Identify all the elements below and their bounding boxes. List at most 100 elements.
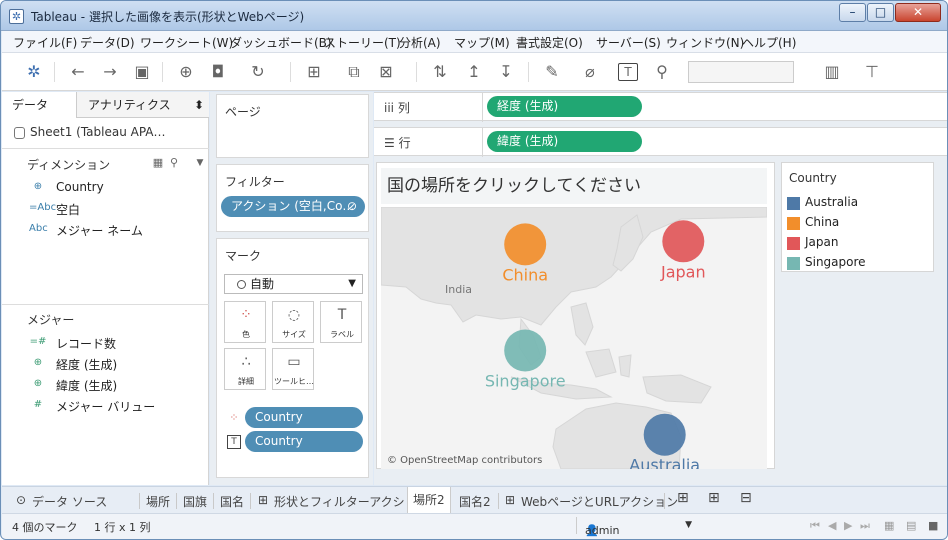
swap-rows-columns-icon[interactable]: ⇅ bbox=[428, 62, 452, 82]
menu-story[interactable]: ストーリー(T) bbox=[324, 34, 401, 51]
save-icon[interactable]: ▣ bbox=[130, 62, 154, 82]
title-bar: ✲ Tableau - 選択した画像を表示(形状とWebページ) – □ ✕ bbox=[1, 1, 947, 31]
datasource-icon: ⊙ bbox=[16, 493, 27, 507]
pause-updates-icon[interactable]: ◘ bbox=[206, 62, 230, 82]
country-mark-japan[interactable] bbox=[662, 220, 705, 263]
new-datasource-icon[interactable]: ⊕ bbox=[174, 62, 198, 82]
measures-section: メジャー =# レコード数 ⊕ 経度 (生成) ⊕ 緯度 (生成) # メジャー… bbox=[2, 304, 209, 484]
dimension-country[interactable]: Country bbox=[56, 180, 104, 194]
new-dashboard-icon[interactable]: ⊞ bbox=[708, 490, 720, 506]
clear-sheet-icon[interactable]: ⊠ bbox=[374, 62, 398, 82]
chevron-icon[interactable]: ⬍ bbox=[194, 92, 204, 118]
measure-latitude[interactable]: 緯度 (生成) bbox=[56, 377, 117, 394]
dimension-blank[interactable]: 空白 bbox=[56, 201, 80, 218]
show-labels-icon[interactable]: T bbox=[618, 63, 638, 81]
next-page-icon[interactable]: ▶ bbox=[844, 519, 852, 532]
measure-longitude[interactable]: 経度 (生成) bbox=[56, 356, 117, 373]
label-button[interactable]: T ラベル bbox=[320, 301, 362, 343]
map-canvas[interactable]: China Japan Singapore Australia India © Ope… bbox=[381, 207, 767, 469]
map-attribution: © OpenStreetMap contributors bbox=[387, 455, 542, 466]
pages-card[interactable]: ページ bbox=[216, 94, 369, 158]
menu-analysis[interactable]: 分析(A) bbox=[399, 34, 441, 51]
forward-icon[interactable]: → bbox=[98, 62, 122, 82]
string-icon: Abc bbox=[29, 223, 48, 234]
menu-map[interactable]: マップ(M) bbox=[454, 34, 510, 51]
refresh-icon[interactable]: ↻ bbox=[246, 62, 270, 82]
label-encoding-pill[interactable]: Country bbox=[245, 431, 363, 452]
view-title: 国の場所をクリックしてください bbox=[381, 168, 767, 204]
tabs-view-icon[interactable]: ■ bbox=[928, 519, 938, 532]
menu-data[interactable]: データ(D) bbox=[80, 34, 135, 51]
menu-server[interactable]: サーバー(S) bbox=[596, 34, 661, 51]
menu-window[interactable]: ウィンドウ(N) bbox=[666, 34, 744, 51]
tab-location[interactable]: 場所 bbox=[146, 493, 170, 510]
row-column-count: 1 行 x 1 列 bbox=[94, 521, 151, 534]
menu-worksheet[interactable]: ワークシート(W) bbox=[140, 34, 233, 51]
sort-descending-icon[interactable]: ↧ bbox=[494, 62, 518, 82]
country-mark-australia[interactable] bbox=[643, 413, 686, 456]
latitude-pill[interactable]: 緯度 (生成) bbox=[487, 131, 642, 152]
tab-separator bbox=[498, 493, 499, 509]
color-button[interactable]: ⁘ 色 bbox=[224, 301, 266, 343]
columns-shelf-label: iii 列 bbox=[384, 99, 410, 116]
longitude-pill[interactable]: 経度 (生成) bbox=[487, 96, 642, 117]
tab-country-names-2[interactable]: 国名2 bbox=[459, 493, 491, 510]
detail-button[interactable]: ∴ 詳細 bbox=[224, 348, 266, 390]
filter-pill[interactable]: アクション (空白,Co… ⊘ bbox=[221, 196, 365, 217]
datasource-name[interactable]: Sheet1 (Tableau APA… bbox=[30, 125, 166, 139]
menu-format[interactable]: 書式設定(O) bbox=[516, 34, 583, 51]
tab-datasource[interactable]: データ ソース bbox=[32, 493, 107, 510]
search-icon[interactable]: ⚲ bbox=[162, 153, 186, 173]
tab-data[interactable]: データ bbox=[2, 92, 77, 118]
new-worksheet-icon[interactable]: ⊞ bbox=[302, 62, 326, 82]
first-page-icon[interactable]: ⏮ bbox=[810, 519, 820, 533]
mark-type-select[interactable]: 自動 ▼ bbox=[224, 274, 363, 294]
last-page-icon[interactable]: ⏭ bbox=[860, 519, 870, 533]
country-mark-china[interactable] bbox=[504, 223, 547, 266]
rows-shelf[interactable]: ☰ 行 緯度 (生成) bbox=[374, 127, 947, 157]
new-worksheet-icon[interactable]: ⊞ bbox=[677, 490, 689, 506]
chevron-down-icon[interactable]: ▼ bbox=[188, 153, 212, 173]
menu-dashboard[interactable]: ダッシュボード(B) bbox=[230, 34, 332, 51]
sheet-sorter-icon[interactable]: ▦ bbox=[884, 519, 894, 532]
tableau-logo-icon[interactable]: ✲ bbox=[22, 62, 46, 82]
tab-analytics[interactable]: アナリティクス bbox=[88, 92, 171, 118]
columns-shelf[interactable]: iii 列 経度 (生成) bbox=[374, 92, 947, 122]
menu-help[interactable]: ヘルプ(H) bbox=[742, 34, 796, 51]
datasource-icon bbox=[14, 127, 25, 139]
filmstrip-icon[interactable]: ▤ bbox=[906, 519, 916, 532]
sort-ascending-icon[interactable]: ↥ bbox=[462, 62, 486, 82]
dimension-measure-names[interactable]: メジャー ネーム bbox=[56, 222, 143, 239]
maximize-button[interactable]: □ bbox=[867, 3, 894, 22]
user-menu[interactable]: 👤 admin ▼ bbox=[576, 517, 696, 537]
tab-country-names[interactable]: 国名 bbox=[220, 493, 244, 510]
measure-measure-values[interactable]: メジャー バリュー bbox=[56, 398, 155, 415]
new-story-icon[interactable]: ⊟ bbox=[740, 490, 752, 506]
presentation-mode-icon[interactable]: ⊤ bbox=[860, 62, 884, 82]
minimize-button[interactable]: – bbox=[839, 3, 866, 22]
country-mark-singapore[interactable] bbox=[504, 329, 547, 372]
pin-icon[interactable]: ⚲ bbox=[650, 62, 674, 82]
tab-shapes-filter-actions[interactable]: 形状とフィルターアクション bbox=[274, 493, 429, 510]
color-encoding-pill[interactable]: Country bbox=[245, 407, 363, 428]
size-button[interactable]: ◌ サイズ bbox=[272, 301, 314, 343]
show-me-icon[interactable]: ▥ bbox=[820, 62, 844, 82]
back-icon[interactable]: ← bbox=[66, 62, 90, 82]
tab-webpage-url-actions[interactable]: WebページとURLアクション bbox=[521, 493, 678, 510]
tooltip-button[interactable]: ▭ ツールヒ… bbox=[272, 348, 314, 390]
group-members-icon[interactable]: ⌀ bbox=[578, 62, 602, 82]
measure-record-count[interactable]: レコード数 bbox=[56, 335, 116, 352]
tab-location-2[interactable]: 場所2 bbox=[407, 487, 451, 514]
tab-separator bbox=[176, 493, 177, 509]
rows-shelf-label: ☰ 行 bbox=[384, 134, 411, 151]
menu-file[interactable]: ファイル(F) bbox=[13, 34, 77, 51]
tab-analytics-label: アナリティクス bbox=[88, 98, 171, 112]
highlight-icon[interactable]: ✎ bbox=[540, 62, 564, 82]
fit-dropdown[interactable] bbox=[688, 61, 794, 83]
rows-label: 行 bbox=[398, 136, 411, 150]
close-button[interactable]: ✕ bbox=[895, 3, 941, 22]
duplicate-sheet-icon[interactable]: ⧉ bbox=[342, 62, 366, 82]
tab-flags[interactable]: 国旗 bbox=[183, 493, 207, 510]
prev-page-icon[interactable]: ◀ bbox=[828, 519, 836, 532]
sulawesi-landmass bbox=[618, 354, 632, 378]
